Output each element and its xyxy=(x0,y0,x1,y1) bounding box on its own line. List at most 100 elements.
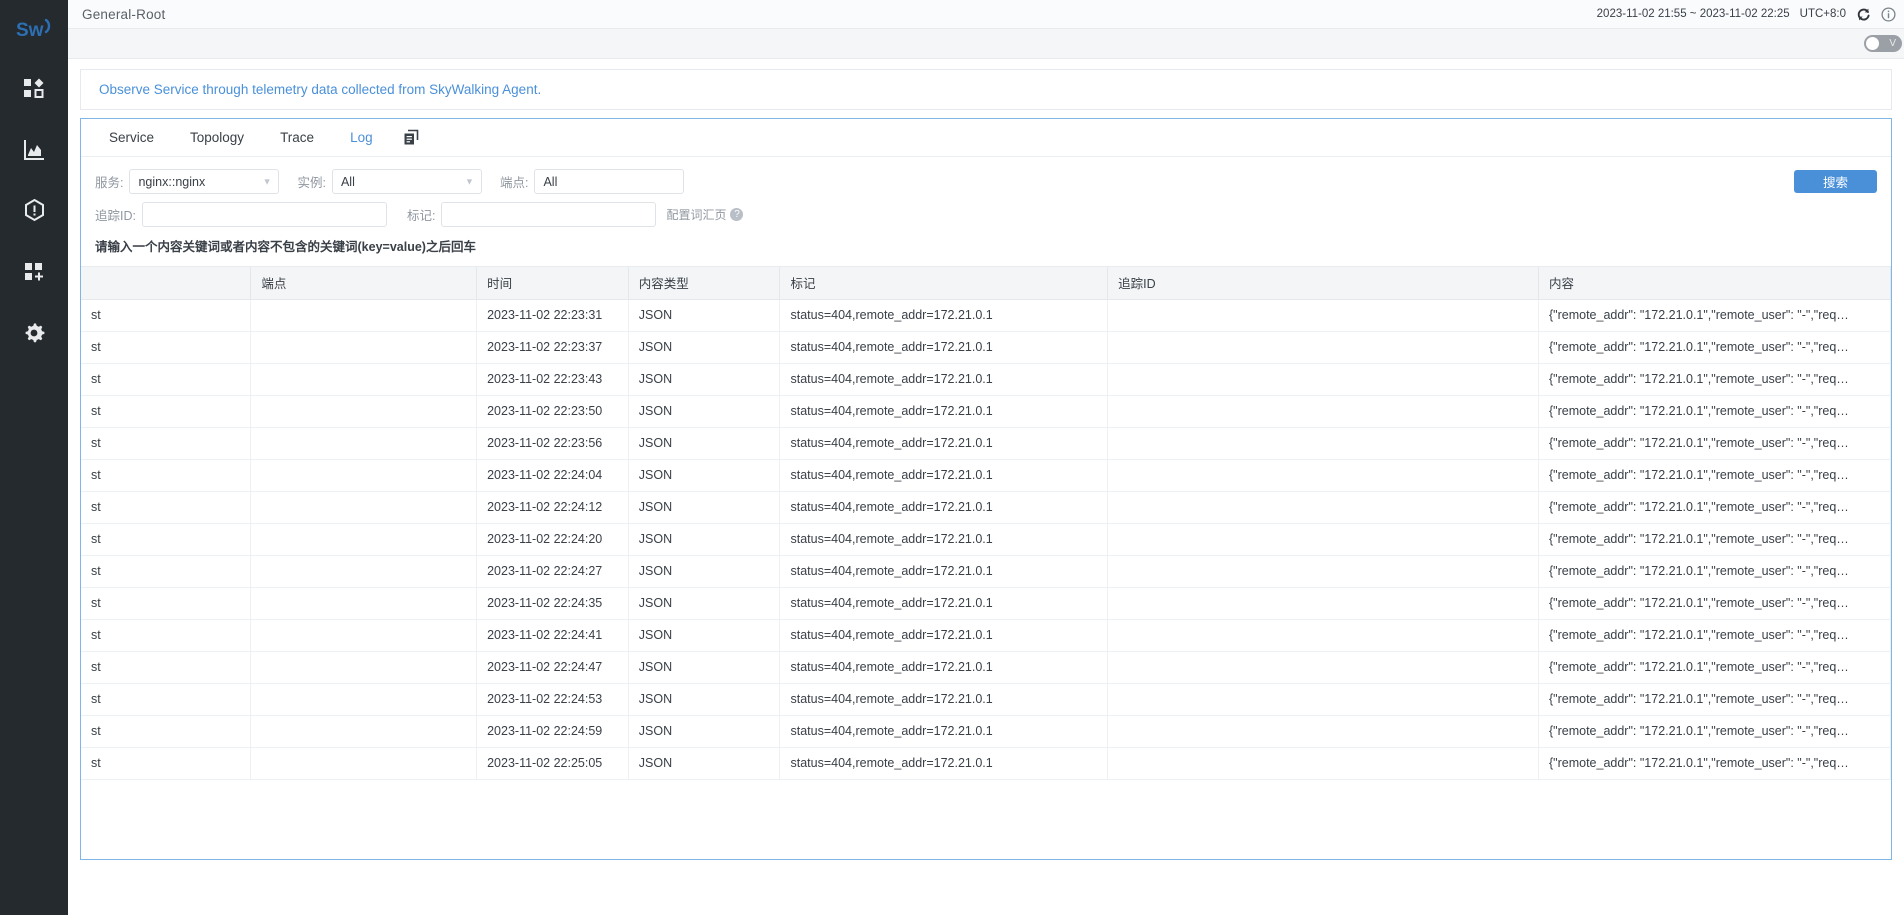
table-row[interactable]: st2023-11-02 22:24:27JSONstatus=404,remo… xyxy=(81,555,1891,587)
marketplace-icon xyxy=(23,261,45,283)
col-trace-id[interactable]: 追踪ID xyxy=(1108,267,1539,299)
cell-tags: status=404,remote_addr=172.21.0.1 xyxy=(780,491,1108,523)
col-content[interactable]: 内容 xyxy=(1538,267,1890,299)
search-filters: 服务: nginx::nginx ▼ 实例: All ▼ xyxy=(95,169,684,194)
cell-tags: status=404,remote_addr=172.21.0.1 xyxy=(780,331,1108,363)
chevron-down-icon: ▼ xyxy=(263,177,272,186)
instance-label: 实例: xyxy=(297,172,325,191)
cell-content-type: JSON xyxy=(628,555,780,587)
cell-endpoint xyxy=(251,331,477,363)
cell-tags: status=404,remote_addr=172.21.0.1 xyxy=(780,747,1108,779)
service-select[interactable]: nginx::nginx ▼ xyxy=(129,169,279,194)
cell-content: {"remote_addr": "172.21.0.1","remote_use… xyxy=(1538,619,1890,651)
cell-time: 2023-11-02 22:24:20 xyxy=(477,523,629,555)
table-row[interactable]: st2023-11-02 22:25:05JSONstatus=404,remo… xyxy=(81,747,1891,779)
tab-trace[interactable]: Trace xyxy=(262,119,332,156)
dashboard-icon xyxy=(23,78,45,100)
cell-endpoint xyxy=(251,555,477,587)
sidebar-item-metrics[interactable] xyxy=(0,119,68,180)
cell-tags: status=404,remote_addr=172.21.0.1 xyxy=(780,363,1108,395)
table-row[interactable]: st2023-11-02 22:24:12JSONstatus=404,remo… xyxy=(81,491,1891,523)
table-row[interactable]: st2023-11-02 22:23:56JSONstatus=404,remo… xyxy=(81,427,1891,459)
col-service[interactable] xyxy=(81,267,251,299)
copy-icon[interactable] xyxy=(391,129,432,146)
cell-content-type: JSON xyxy=(628,427,780,459)
info-glyph xyxy=(1881,7,1896,22)
cell-trace-id xyxy=(1108,299,1539,331)
cell-trace-id xyxy=(1108,747,1539,779)
table-row[interactable]: st2023-11-02 22:24:35JSONstatus=404,remo… xyxy=(81,587,1891,619)
col-tags[interactable]: 标记 xyxy=(780,267,1108,299)
vocabulary-link[interactable]: 配置词汇页 ? xyxy=(666,206,743,223)
cell-time: 2023-11-02 22:24:35 xyxy=(477,587,629,619)
cell-time: 2023-11-02 22:23:56 xyxy=(477,427,629,459)
cell-content-type: JSON xyxy=(628,651,780,683)
cell-time: 2023-11-02 22:24:53 xyxy=(477,683,629,715)
table-row[interactable]: st2023-11-02 22:24:53JSONstatus=404,remo… xyxy=(81,683,1891,715)
search-row-2: 追踪ID: 标记: 配置词汇页 ? xyxy=(95,202,1877,227)
table-row[interactable]: st2023-11-02 22:23:37JSONstatus=404,remo… xyxy=(81,331,1891,363)
cell-content-type: JSON xyxy=(628,459,780,491)
table-row[interactable]: st2023-11-02 22:23:31JSONstatus=404,remo… xyxy=(81,299,1891,331)
tab-topology[interactable]: Topology xyxy=(172,119,262,156)
service-label: 服务: xyxy=(95,172,123,191)
log-table-body: st2023-11-02 22:23:31JSONstatus=404,remo… xyxy=(81,299,1891,779)
table-row[interactable]: st2023-11-02 22:24:47JSONstatus=404,remo… xyxy=(81,651,1891,683)
time-range-picker[interactable]: 2023-11-02 21:55 ~ 2023-11-02 22:25 xyxy=(1597,8,1790,20)
refresh-icon[interactable] xyxy=(1856,7,1871,22)
trace-id-input[interactable] xyxy=(142,202,387,227)
log-table-head: 端点 时间 内容类型 标记 追踪ID 内容 xyxy=(81,267,1891,299)
col-endpoint[interactable]: 端点 xyxy=(251,267,477,299)
table-row[interactable]: st2023-11-02 22:24:59JSONstatus=404,remo… xyxy=(81,715,1891,747)
sidebar-item-alarm[interactable] xyxy=(0,180,68,241)
description-banner: Observe Service through telemetry data c… xyxy=(80,69,1892,110)
cell-content: {"remote_addr": "172.21.0.1","remote_use… xyxy=(1538,459,1890,491)
trace-id-field: 追踪ID: xyxy=(95,202,387,227)
cell-content: {"remote_addr": "172.21.0.1","remote_use… xyxy=(1538,715,1890,747)
cell-endpoint xyxy=(251,459,477,491)
log-table-container[interactable]: 端点 时间 内容类型 标记 追踪ID 内容 st2023-11-02 22:23… xyxy=(81,266,1891,859)
endpoint-input[interactable]: All xyxy=(534,169,684,194)
cell-tags: status=404,remote_addr=172.21.0.1 xyxy=(780,587,1108,619)
cell-service: st xyxy=(81,459,251,491)
view-toggle[interactable]: V xyxy=(1864,35,1902,52)
tab-service[interactable]: Service xyxy=(91,119,172,156)
cell-content-type: JSON xyxy=(628,587,780,619)
tag-field: 标记: xyxy=(407,202,656,227)
table-row[interactable]: st2023-11-02 22:24:20JSONstatus=404,remo… xyxy=(81,523,1891,555)
cell-trace-id xyxy=(1108,395,1539,427)
col-content-type[interactable]: 内容类型 xyxy=(628,267,780,299)
copy-glyph xyxy=(403,129,420,146)
cell-endpoint xyxy=(251,491,477,523)
sidebar-item-marketplace[interactable] xyxy=(0,241,68,302)
main-area: General-Root 2023-11-02 21:55 ~ 2023-11-… xyxy=(68,0,1904,915)
cell-trace-id xyxy=(1108,715,1539,747)
cell-content-type: JSON xyxy=(628,395,780,427)
trace-id-label: 追踪ID: xyxy=(95,205,136,224)
alarm-icon xyxy=(23,199,46,222)
table-row[interactable]: st2023-11-02 22:23:43JSONstatus=404,remo… xyxy=(81,363,1891,395)
sidebar-item-settings[interactable] xyxy=(0,302,68,363)
search-button[interactable]: 搜索 xyxy=(1794,170,1877,193)
timezone-label: UTC+8:0 xyxy=(1800,8,1846,20)
table-row[interactable]: st2023-11-02 22:24:04JSONstatus=404,remo… xyxy=(81,459,1891,491)
cell-trace-id xyxy=(1108,491,1539,523)
cell-time: 2023-11-02 22:25:05 xyxy=(477,747,629,779)
instance-value: All xyxy=(341,175,355,189)
table-row[interactable]: st2023-11-02 22:23:50JSONstatus=404,remo… xyxy=(81,395,1891,427)
tag-input[interactable] xyxy=(441,202,656,227)
endpoint-field: 端点: All xyxy=(500,169,684,194)
col-time[interactable]: 时间 xyxy=(477,267,629,299)
skywalking-logo[interactable]: Sw xyxy=(0,0,68,58)
cell-content: {"remote_addr": "172.21.0.1","remote_use… xyxy=(1538,299,1890,331)
cell-service: st xyxy=(81,523,251,555)
cell-trace-id xyxy=(1108,523,1539,555)
info-icon[interactable] xyxy=(1881,7,1896,22)
cell-time: 2023-11-02 22:23:50 xyxy=(477,395,629,427)
instance-select[interactable]: All ▼ xyxy=(332,169,482,194)
tab-log[interactable]: Log xyxy=(332,119,391,156)
table-row[interactable]: st2023-11-02 22:24:41JSONstatus=404,remo… xyxy=(81,619,1891,651)
cell-content: {"remote_addr": "172.21.0.1","remote_use… xyxy=(1538,651,1890,683)
sidebar-item-dashboard[interactable] xyxy=(0,58,68,119)
help-icon[interactable]: ? xyxy=(730,208,743,221)
